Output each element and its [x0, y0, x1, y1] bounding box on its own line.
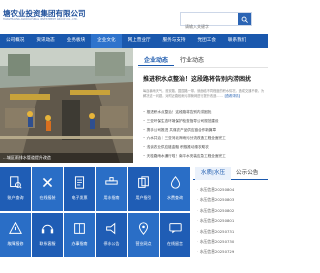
document-search-icon — [10, 176, 22, 189]
pipe-icon — [105, 177, 118, 185]
news-list: 推进积水点整治！这段路将告别内涝困扰 三亚环保生态环境保护检查指导公司规范建设 … — [143, 108, 268, 161]
news-tabs: 企业动态 行业动态 — [138, 55, 210, 66]
tile-label: 电子发票 — [71, 195, 88, 200]
list-item[interactable]: 水压信息20250730 — [197, 237, 267, 247]
news-summary-text: 每逢暴雨天气，淮安路，园园路一带，就面临不同程度的积水情况，造成交通不便。为解决… — [143, 89, 265, 98]
news-headline[interactable]: 推进积水点整治！这段路将告别内涝困扰 — [143, 74, 268, 83]
tile-branches[interactable]: 营业网点 — [128, 213, 159, 257]
wrench-screwdriver-icon — [42, 177, 53, 188]
tile-customer-service[interactable]: 联系客服 — [32, 213, 63, 257]
nav-item-company[interactable]: 公司概况 — [0, 34, 30, 48]
sidebar-tabs: 水质|水压 公示公告 — [193, 167, 268, 180]
tile-label: 水费查询 — [167, 195, 183, 200]
tile-account-query[interactable]: 账户查询 — [0, 167, 31, 211]
search-icon — [241, 16, 248, 23]
search-button[interactable] — [238, 13, 251, 25]
nav-item-party[interactable]: 党团工会 — [192, 34, 222, 48]
tab-divider — [138, 67, 268, 68]
list-item[interactable]: 水压信息20250801 — [197, 216, 267, 226]
water-drop-icon — [170, 176, 180, 189]
pages-icon — [138, 176, 149, 188]
book-icon — [74, 223, 85, 234]
nav-item-news[interactable]: 资讯动态 — [30, 34, 60, 48]
tab-announcements[interactable]: 公示公告 — [236, 167, 258, 180]
location-icon — [138, 222, 149, 235]
water-pressure-list: 水压信息20250804 水压信息20250803 水压信息20250802 水… — [197, 185, 267, 258]
nav-item-online-hall[interactable]: 网上营业厅 — [122, 34, 157, 48]
tab-water-quality[interactable]: 水质|水压 — [195, 167, 231, 180]
announcement-icon — [106, 222, 116, 235]
tile-label: 联系客服 — [39, 241, 56, 246]
search-input[interactable] — [181, 20, 239, 33]
list-item[interactable]: 天桂路雨水通行啦！南平水安装应急工程全面完工 — [143, 152, 268, 161]
tile-online-install[interactable]: 在线报装 — [32, 167, 63, 211]
tile-label: 用户指引 — [135, 195, 152, 200]
tile-water-guide[interactable]: 用水指南 — [96, 167, 127, 211]
tab-industry-news[interactable]: 行业动态 — [174, 55, 210, 66]
tile-message[interactable]: 在线留言 — [160, 213, 190, 257]
list-item[interactable]: 水压信息20250803 — [197, 195, 267, 205]
tile-label: 办事指南 — [71, 241, 88, 246]
tile-label: 在线报装 — [39, 195, 56, 200]
news-summary: 每逢暴雨天气，淮安路，园园路一带，就面临不同程度的积水情况，造成交通不便。为解决… — [143, 89, 265, 98]
invoice-icon — [74, 176, 85, 189]
photo-caption: ...城区雨排水管道提升改造 — [0, 153, 133, 163]
list-item[interactable]: 推进积水点整治！这段路将告别内涝困扰 — [143, 108, 268, 117]
tile-repair[interactable]: 故障报修 — [0, 213, 31, 257]
tile-label: 在线留言 — [167, 241, 183, 246]
list-item[interactable]: 携手公司推进 共谋农产品供应链合作新篇章 — [143, 126, 268, 135]
headset-icon — [41, 224, 54, 234]
search-box — [180, 12, 252, 33]
nav-item-contact[interactable]: 联系我们 — [222, 34, 252, 48]
nav-item-service[interactable]: 服务与支持 — [157, 34, 192, 48]
tile-label: 营业网点 — [135, 241, 152, 246]
tile-e-invoice[interactable]: 电子发票 — [64, 167, 95, 211]
header: 塘农业投资集团有限公司 HUAIZHUANG AGRICULTURAL INVE… — [0, 0, 268, 34]
tab-company-news[interactable]: 企业动态 — [138, 55, 175, 66]
list-item[interactable]: 六水共治｜三亚河北岸雨污分流改造工程全面完工 — [143, 134, 268, 143]
tile-service-guide[interactable]: 办事指南 — [64, 213, 95, 257]
tile-label: 账户查询 — [7, 195, 24, 200]
list-item[interactable]: 水压信息20250729 — [197, 247, 267, 257]
list-item[interactable]: 三亚环保生态环境保护检查指导公司规范建设 — [143, 117, 268, 126]
tile-label: 停水公告 — [103, 241, 120, 246]
tile-outage-notice[interactable]: 停水公告 — [96, 213, 127, 257]
list-item[interactable]: 水压信息20250802 — [197, 206, 267, 216]
tile-user-guide[interactable]: 用户指引 — [128, 167, 159, 211]
news-carousel-image[interactable]: ...城区雨排水管道提升改造 — [0, 48, 133, 163]
service-grid: 账户查询 在线报装 电子发票 用水指南 用户指引 水费查询 故障报修 联系客服 … — [0, 167, 190, 273]
tile-label: 故障报修 — [7, 241, 24, 246]
list-item[interactable]: 水压信息20250804 — [197, 185, 267, 195]
main-nav: 公司概况 资讯动态 业务板块 企业文化 网上营业厅 服务与支持 党团工会 联系我… — [0, 34, 268, 48]
list-item[interactable]: 浅谈农业供应链金融 积极推动惠农助农 — [143, 143, 268, 152]
nav-item-culture[interactable]: 企业文化 — [91, 34, 122, 48]
company-name-en: HUAIZHUANG AGRICULTURAL INVESTMENT GROUP… — [3, 18, 78, 21]
tile-label: 用水指南 — [103, 195, 120, 200]
chat-icon — [168, 223, 182, 234]
view-details-link[interactable]: 【查看详情】 — [223, 94, 242, 98]
list-item[interactable]: 水压信息20250731 — [197, 227, 267, 237]
construction-site-photo — [0, 48, 133, 163]
tile-water-bill[interactable]: 水费查询 — [160, 167, 190, 211]
alert-icon — [9, 222, 22, 234]
nav-item-business[interactable]: 业务板块 — [61, 34, 91, 48]
